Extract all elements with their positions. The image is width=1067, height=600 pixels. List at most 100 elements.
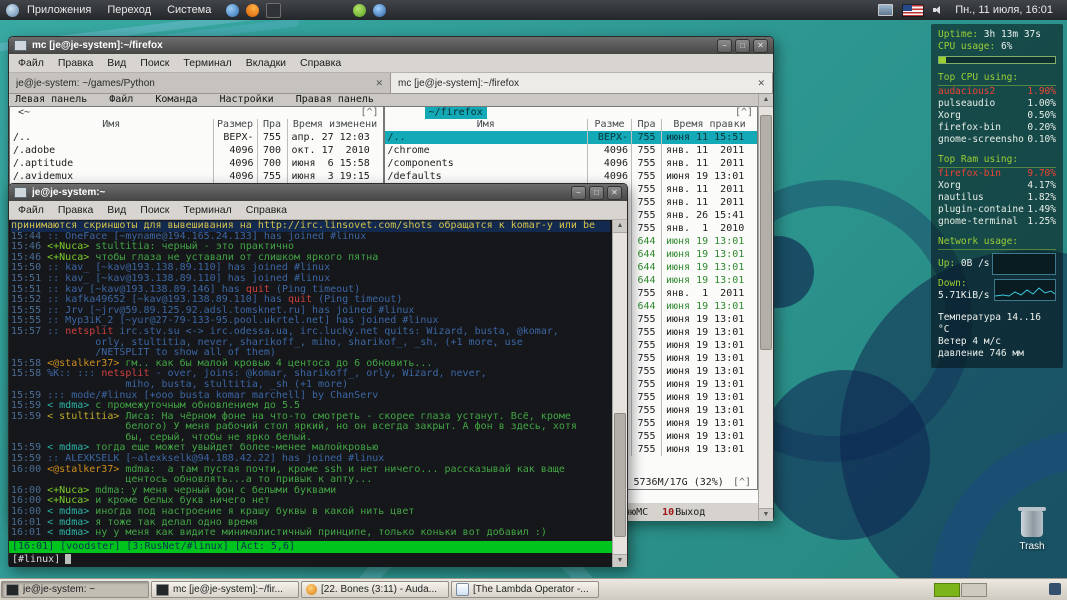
menu-item[interactable]: Вкладки <box>246 57 286 69</box>
net-up: Up: 0B /s <box>938 258 990 270</box>
mc-menu-item[interactable]: Правая панель <box>296 94 374 106</box>
close-button[interactable]: ✕ <box>753 39 768 53</box>
menu-item[interactable]: Файл <box>18 204 44 216</box>
workspace-active[interactable] <box>934 583 960 597</box>
menu-item[interactable]: Поиск <box>140 204 169 216</box>
upload-graph <box>992 253 1056 275</box>
irc-input-line[interactable]: [#linux] <box>9 553 612 567</box>
apple-icon[interactable] <box>353 4 366 17</box>
mc-menu-item[interactable]: Настройки <box>220 94 274 106</box>
minimize-button[interactable]: − <box>571 186 586 200</box>
file-row[interactable]: /..ВЕРХ-755апр. 27 12:03 <box>10 131 383 144</box>
menu-item[interactable]: Терминал <box>183 204 231 216</box>
process-row: nautilus1.82% <box>938 192 1056 204</box>
irc-terminal[interactable]: принимаются скриншоты для вывешивания на… <box>9 220 612 567</box>
taskbar-button[interactable]: mc [je@je-system]:~/fir... <box>151 581 299 598</box>
panel-menu-3[interactable]: Система <box>159 4 219 16</box>
menu-item[interactable]: Справка <box>300 57 341 69</box>
cpu-usage-value: 6% <box>1001 41 1012 52</box>
task-label: mc [je@je-system]:~/fir... <box>173 584 283 595</box>
taskbar-button[interactable]: je@je-system: ~ <box>1 581 149 598</box>
file-row[interactable]: /.aptitude4096700июня 6 15:58 <box>10 157 383 170</box>
menu-item[interactable]: Поиск <box>140 57 169 69</box>
net-down: Down: 5.71KiB/s <box>938 278 994 302</box>
column-header: Имя <box>10 119 213 131</box>
top-cpu-list: audacious21.90%pulseaudio1.00%Xorg0.50%f… <box>938 86 1056 146</box>
taskbar-button[interactable]: [The Lambda Operator -... <box>451 581 599 598</box>
panel-menu-1[interactable]: Приложения <box>19 4 99 16</box>
firefox-icon[interactable] <box>246 4 259 17</box>
panel-history-icon[interactable]: [^] <box>360 107 378 119</box>
irc-window-title: je@je-system:~ <box>32 187 105 198</box>
menu-item[interactable]: Вид <box>107 204 126 216</box>
irc-scrollbar[interactable]: ▲ ▼ <box>612 220 627 567</box>
top-cpu-heading: Top CPU using: <box>938 72 1056 86</box>
file-row[interactable]: /defaults4096755июня 19 13:01 <box>385 170 758 183</box>
mc-menubar: Файл Правка Вид Поиск Терминал Вкладки Справка <box>9 54 773 73</box>
menu-item[interactable]: Правка <box>58 204 93 216</box>
workspace-switcher[interactable] <box>934 583 987 597</box>
file-row[interactable]: /.adobe4096700окт. 17 2010 <box>10 144 383 157</box>
mc-menu-item[interactable]: Команда <box>155 94 197 106</box>
panel-history-icon[interactable]: [^] <box>735 107 753 119</box>
mc-titlebar[interactable]: mc [je@je-system]:~/firefox − □ ✕ <box>9 37 773 54</box>
tab-close-icon[interactable]: ✕ <box>369 78 383 89</box>
menu-item[interactable]: Терминал <box>183 57 231 69</box>
weather-line: давление 746 мм <box>938 348 1056 360</box>
scrollbar-thumb[interactable] <box>614 413 626 537</box>
minimize-button[interactable]: − <box>717 39 732 53</box>
function-key-10[interactable]: 10Выход <box>662 507 705 518</box>
trash-can-glyph <box>1021 511 1043 537</box>
weather-line: Ветер 4 м/с <box>938 336 1056 348</box>
mc-scrollbar[interactable]: ▲ ▼ <box>758 94 773 521</box>
window-list: je@je-system: ~ mc [je@je-system]:~/fir..… <box>0 579 600 600</box>
uptime-value: 3h 13m 37s <box>984 29 1041 40</box>
menu-item[interactable]: Справка <box>246 204 287 216</box>
terminal-launcher-icon[interactable] <box>266 3 281 18</box>
cpu-usage-label: CPU usage: <box>938 41 995 52</box>
menu-item[interactable]: Файл <box>18 57 44 69</box>
browser-icon[interactable] <box>226 4 239 17</box>
column-header: Пра <box>257 119 287 131</box>
chat-icon[interactable] <box>373 4 386 17</box>
mc-menu-item[interactable]: Левая панель <box>15 94 87 106</box>
gnome-menu-icon[interactable] <box>6 4 19 17</box>
trash-icon[interactable]: Trash <box>1002 511 1062 552</box>
scroll-down-icon[interactable]: ▼ <box>759 508 773 521</box>
clock[interactable]: Пн., 11 июля, 16:01 <box>955 4 1053 16</box>
file-row[interactable]: /components4096755янв. 11 2011 <box>385 157 758 170</box>
display-icon[interactable] <box>878 4 893 16</box>
left-panel-path: <~ <box>18 107 30 119</box>
file-row[interactable]: /.avidemux4096755июня 3 19:15 <box>10 170 383 183</box>
process-row: pulseaudio1.00% <box>938 98 1056 110</box>
weather-line: Температура 14..16 °C <box>938 312 1056 336</box>
process-row: firefox-bin9.70% <box>938 168 1056 180</box>
maximize-button[interactable]: □ <box>735 39 750 53</box>
file-row[interactable]: /chrome4096755янв. 11 2011 <box>385 144 758 157</box>
taskbar-button[interactable]: [22. Bones (3:11) - Auda... <box>301 581 449 598</box>
terminal-tab[interactable]: mc [je@je-system]:~/firefox✕ <box>391 73 773 93</box>
terminal-window-icon <box>14 187 27 198</box>
scroll-down-icon[interactable]: ▼ <box>613 554 627 567</box>
menu-item[interactable]: Правка <box>58 57 93 69</box>
irc-titlebar[interactable]: je@je-system:~ − □ ✕ <box>9 184 627 201</box>
tab-close-icon[interactable]: ✕ <box>751 78 765 89</box>
panel-applet-icon[interactable] <box>1049 583 1061 595</box>
scroll-up-icon[interactable]: ▲ <box>613 220 627 233</box>
workspace-2[interactable] <box>961 583 987 597</box>
mc-menu-item[interactable]: Файл <box>109 94 133 106</box>
scroll-up-icon[interactable]: ▲ <box>759 94 773 107</box>
close-button[interactable]: ✕ <box>607 186 622 200</box>
column-header: Пра <box>631 119 661 131</box>
terminal-tab[interactable]: je@je-system: ~/games/Python✕ <box>9 73 391 93</box>
maximize-button[interactable]: □ <box>589 186 604 200</box>
menu-item[interactable]: Вид <box>107 57 126 69</box>
irssi-statusbar: [16:01] [voodster] [3:RusNet/#linux] [Ac… <box>9 541 612 553</box>
keyboard-layout-us-flag-icon[interactable] <box>903 5 923 16</box>
panel-menu-2[interactable]: Переход <box>99 4 159 16</box>
file-row[interactable]: /..ВЕРХ-755июня 11 15:51 <box>385 131 758 144</box>
scrollbar-thumb[interactable] <box>760 115 772 350</box>
process-row: audacious21.90% <box>938 86 1056 98</box>
process-row: Xorg0.50% <box>938 110 1056 122</box>
volume-icon[interactable] <box>933 4 945 16</box>
